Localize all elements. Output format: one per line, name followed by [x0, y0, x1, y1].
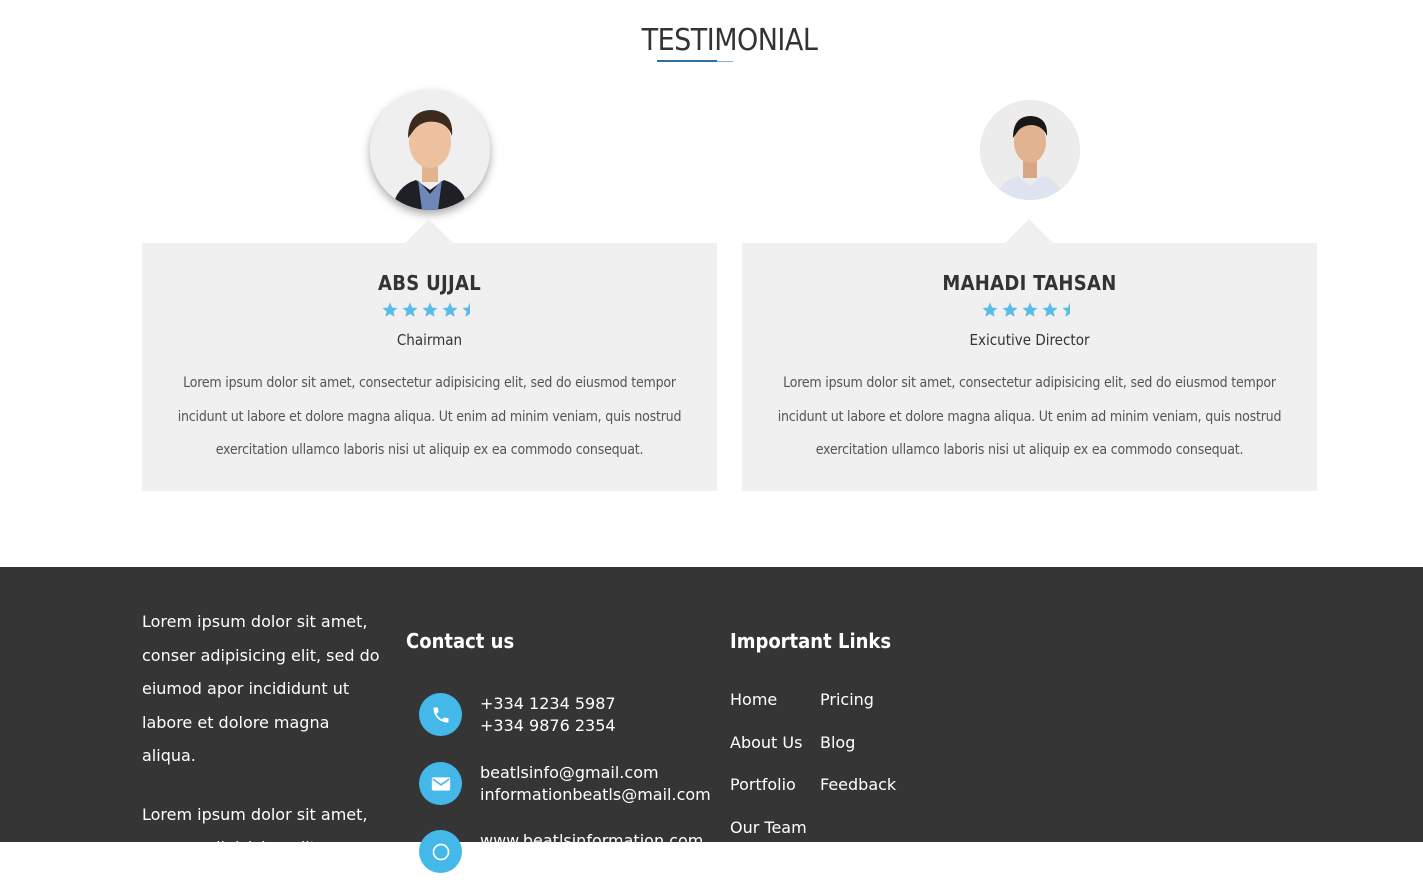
star-half-icon: [1062, 302, 1070, 317]
envelope-icon: [419, 762, 462, 805]
testimonial-role: Chairman: [396, 331, 463, 349]
avatar-abs-ujjal: [370, 90, 490, 210]
contact-email-line[interactable]: beatlsinfo@gmail.com: [480, 762, 711, 784]
testimonial-card: ABS UJJAL Chairman Lorem ipsum dolor sit…: [142, 219, 717, 491]
footer-link-home[interactable]: Home: [730, 690, 777, 709]
footer-link-pricing[interactable]: Pricing: [820, 690, 874, 709]
contact-heading: Contact us: [406, 629, 515, 653]
phone-icon: [419, 693, 462, 736]
links-heading: Important Links: [730, 629, 892, 653]
footer-link-our-team[interactable]: Our Team: [730, 818, 807, 837]
footer-about-text: Lorem ipsum dolor sit amet, conser adipi…: [142, 804, 368, 858]
testimonial-role: Exicutive Director: [969, 331, 1090, 349]
footer-link-feedback[interactable]: Feedback: [820, 775, 896, 794]
footer-about-text: Lorem ipsum dolor sit amet, conser adipi…: [142, 612, 380, 765]
title-underline-accent: [717, 61, 733, 62]
star-icon: [1022, 302, 1037, 317]
contact-website-line[interactable]: www.beatlsinformation.com: [480, 830, 703, 852]
testimonial-card: MAHADI TAHSAN Exicutive Director Lorem i…: [742, 219, 1317, 491]
title-underline: [657, 60, 717, 62]
testimonial-name: MAHADI TAHSAN: [942, 271, 1117, 295]
person-portrait-icon: [980, 100, 1080, 200]
footer-link-blog[interactable]: Blog: [820, 733, 855, 752]
footer-link-portfolio[interactable]: Portfolio: [730, 775, 796, 794]
footer-about: Lorem ipsum dolor sit amet, conser adipi…: [142, 605, 387, 890]
site-footer: Lorem ipsum dolor sit amet, conser adipi…: [0, 567, 1423, 873]
card-pointer: [405, 219, 453, 243]
testimonial-text: Lorem ipsum dolor sit amet, consectetur …: [177, 375, 682, 458]
contact-phone-line[interactable]: +334 9876 2354: [480, 715, 616, 737]
person-portrait-icon: [370, 90, 490, 210]
footer-link-about-us[interactable]: About Us: [730, 733, 802, 752]
star-icon: [382, 302, 397, 317]
globe-icon: [419, 830, 462, 873]
contact-phone-line[interactable]: +334 1234 5987: [480, 693, 616, 715]
rating-stars: [742, 301, 1317, 321]
star-icon: [442, 302, 457, 317]
avatar-mahadi-tahsan: [980, 100, 1080, 200]
star-icon: [1002, 302, 1017, 317]
star-icon: [402, 302, 417, 317]
star-icon: [1042, 302, 1057, 317]
star-half-icon: [462, 302, 470, 317]
testimonial-text: Lorem ipsum dolor sit amet, consectetur …: [777, 375, 1282, 458]
contact-email-line[interactable]: informationbeatls@mail.com: [480, 784, 711, 806]
star-icon: [982, 302, 997, 317]
testimonial-name: ABS UJJAL: [378, 271, 481, 295]
star-icon: [422, 302, 437, 317]
rating-stars: [142, 301, 717, 321]
card-pointer: [1005, 219, 1053, 243]
section-title: TESTIMONIAL: [641, 23, 818, 58]
